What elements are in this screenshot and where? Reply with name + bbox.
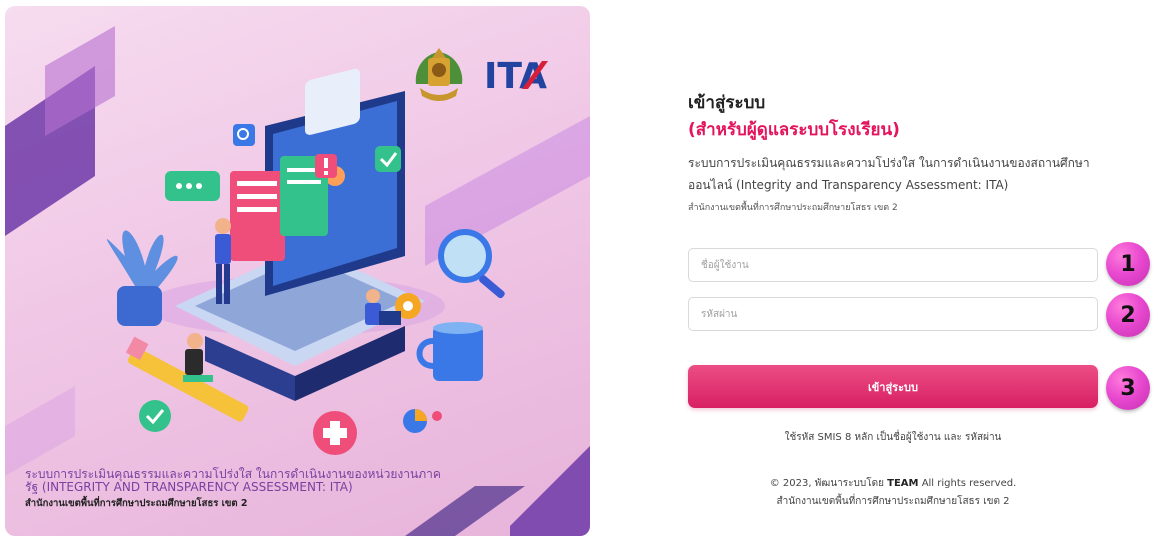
seal-logo-icon bbox=[415, 48, 463, 101]
system-description: ระบบการประเมินคุณธรรมและความโปร่งใส ในกา… bbox=[688, 156, 1090, 192]
hero-caption: ระบบการประเมินคุณธรรมและความโปร่งใส ในกา… bbox=[25, 468, 445, 513]
check-icon bbox=[375, 146, 401, 172]
pie-icon bbox=[403, 409, 442, 433]
login-hint: ใช้รหัส SMIS 8 หลัก เป็นชื่อผู้ใช้งาน แล… bbox=[784, 432, 1002, 443]
footer-office: สำนักงานเขตพื้นที่การศึกษาประถมศึกษายโสธ… bbox=[776, 496, 1010, 507]
ita-logo-icon: ITA bbox=[484, 56, 548, 95]
team-name: TEAM bbox=[887, 478, 919, 489]
mug-icon bbox=[416, 322, 483, 381]
hero-panel: ITA ระบบการประเมินคุณธรรมและความโปร่งใส … bbox=[5, 6, 590, 536]
hero-title: ระบบการประเมินคุณธรรมและความโปร่งใส ในกา… bbox=[25, 467, 441, 494]
login-subtitle: (สำหรับผู้ดูแลระบบโรงเรียน) bbox=[688, 120, 900, 140]
plus-icon bbox=[313, 411, 357, 455]
magnifier-icon bbox=[438, 229, 505, 299]
ita-logo-text: ITA bbox=[484, 56, 547, 95]
login-page: ITA ระบบการประเมินคุณธรรมและความโปร่งใส … bbox=[0, 0, 1160, 537]
chat-icon bbox=[165, 171, 220, 201]
footer: © 2023, พัฒนาระบบโดย TEAM All rights res… bbox=[688, 475, 1098, 511]
username-input[interactable] bbox=[688, 248, 1098, 282]
copyright-suffix: All rights reserved. bbox=[921, 478, 1017, 489]
copyright-prefix: © 2023, พัฒนาระบบโดย bbox=[769, 478, 884, 489]
login-title: เข้าสู่ระบบ bbox=[688, 93, 766, 113]
step-badge-1: 1 bbox=[1106, 242, 1150, 286]
check-badge-icon bbox=[139, 400, 171, 432]
login-button[interactable]: เข้าสู่ระบบ bbox=[688, 365, 1098, 408]
copyright-line: © 2023, พัฒนาระบบโดย TEAM All rights res… bbox=[688, 475, 1098, 493]
alert-icon bbox=[315, 154, 337, 178]
login-header: เข้าสู่ระบบ (สำหรับผู้ดูแลระบบโรงเรียน) … bbox=[688, 90, 1118, 214]
search-icon bbox=[233, 124, 255, 146]
step-badge-3: 3 bbox=[1106, 366, 1150, 410]
step-badge-2: 2 bbox=[1106, 293, 1150, 337]
office-name: สำนักงานเขตพื้นที่การศึกษาประถมศึกษายโสธ… bbox=[688, 203, 898, 213]
hero-logos: ITA bbox=[410, 44, 550, 106]
hero-office: สำนักงานเขตพื้นที่การศึกษาประถมศึกษายโสธ… bbox=[25, 498, 248, 509]
password-input[interactable] bbox=[688, 297, 1098, 331]
